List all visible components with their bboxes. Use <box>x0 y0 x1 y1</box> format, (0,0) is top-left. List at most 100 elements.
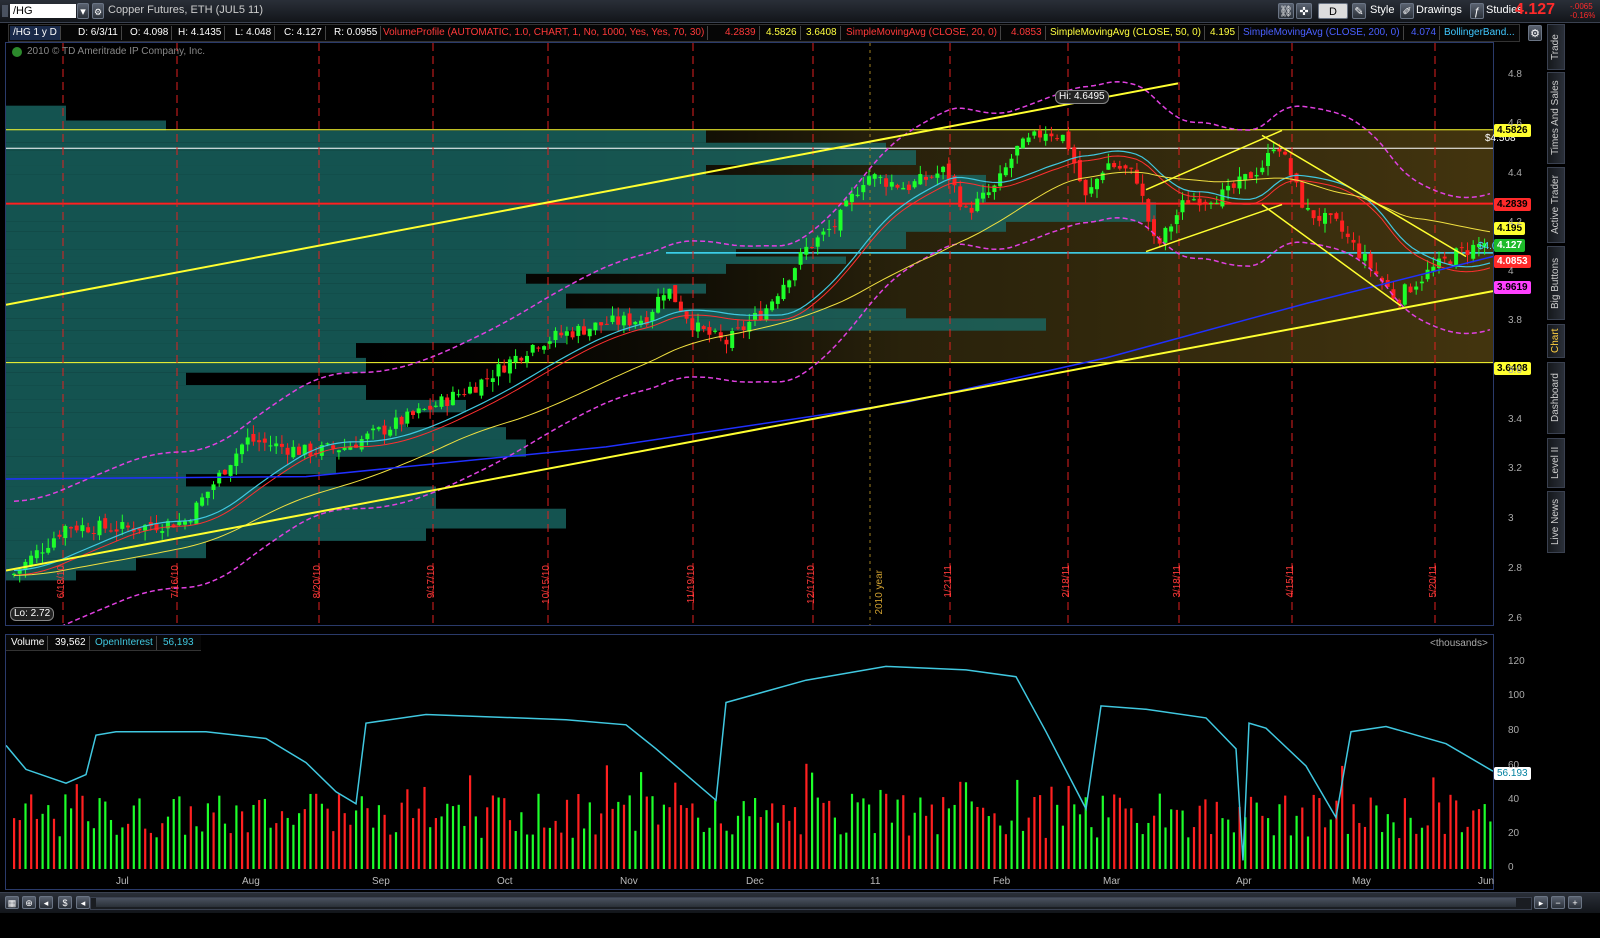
scrollbar-thumb[interactable] <box>96 898 1516 907</box>
volume-bar <box>52 818 56 869</box>
symbol-input[interactable]: /HG <box>10 4 76 18</box>
candle-body <box>621 315 626 326</box>
oi-label[interactable]: OpenInterest <box>92 636 157 650</box>
volume-bar <box>172 799 175 869</box>
volume-bar <box>776 822 779 869</box>
candle-body <box>667 288 672 299</box>
candle-body <box>1117 165 1122 169</box>
volume-profile-bar <box>6 330 566 344</box>
link-icon[interactable]: ⛓ <box>1278 3 1294 19</box>
date-marker-label: 6/18/10 <box>56 565 67 599</box>
volume-profile-bar <box>6 249 736 257</box>
candle-body <box>1123 165 1128 169</box>
candle-body <box>228 465 233 476</box>
candle-body <box>707 327 712 335</box>
volume-bar <box>1061 825 1064 869</box>
zoom-out-icon[interactable]: − <box>1551 896 1565 909</box>
candle-body <box>1106 163 1111 170</box>
volume-bar <box>1306 836 1310 869</box>
volume-bar <box>868 804 871 869</box>
volume-bar <box>486 807 489 869</box>
chart-settings-icon[interactable]: ⚙ <box>1528 25 1542 41</box>
style-button[interactable]: Style <box>1370 4 1394 16</box>
volume-bar <box>879 789 882 869</box>
volume-bar <box>394 832 398 869</box>
volume-bar <box>1198 805 1201 869</box>
side-tab-dashboard[interactable]: Dashboard <box>1547 362 1565 434</box>
grid-icon[interactable]: ▦ <box>5 896 19 909</box>
volume-bar <box>816 797 819 869</box>
volume-bar <box>457 804 460 869</box>
zoom-icon[interactable]: ⊕ <box>22 896 36 909</box>
volume-bar <box>993 813 996 869</box>
dollar-icon[interactable]: $ <box>58 896 72 909</box>
volume-label[interactable]: Volume <box>8 636 49 650</box>
volume-bar <box>708 827 711 869</box>
drawings-button[interactable]: Drawings <box>1416 4 1462 16</box>
candle-body <box>770 301 775 311</box>
study-volume-profile[interactable]: VolumeProfile (AUTOMATIC, 1.0, CHART, 1,… <box>380 26 709 40</box>
candle-body <box>1465 250 1470 256</box>
aggregation-button[interactable]: D <box>1318 3 1348 19</box>
volume-bar <box>263 798 266 869</box>
volume-bar <box>1204 799 1207 869</box>
volume-bar <box>315 793 318 869</box>
volume-bar <box>942 797 945 869</box>
candle-body <box>51 538 56 548</box>
study-sma20[interactable]: SimpleMovingAvg (CLOSE, 20, 0) <box>843 26 1001 40</box>
study-sma50[interactable]: SimpleMovingAvg (CLOSE, 50, 0) <box>1047 26 1205 40</box>
volume-bar <box>1324 827 1327 869</box>
study-sma200[interactable]: SimpleMovingAvg (CLOSE, 200, 0) <box>1240 26 1404 40</box>
side-tab-times-and-sales[interactable]: Times And Sales <box>1547 72 1565 164</box>
side-tab-active-trader[interactable]: Active Trader <box>1547 167 1565 243</box>
volume-profile-bar <box>6 120 166 131</box>
volume-bar <box>731 834 734 869</box>
candle-body <box>308 443 313 457</box>
crosshair-icon[interactable]: ✜ <box>1296 3 1312 19</box>
volume-bar <box>309 793 312 869</box>
volume-axis-tick: 40 <box>1508 794 1520 805</box>
volume-profile-bar <box>6 357 366 373</box>
volume-bar <box>1101 795 1104 869</box>
volume-bar <box>685 807 688 869</box>
volume-bar <box>218 795 221 869</box>
volume-profile-bar <box>6 293 566 309</box>
chart-period[interactable]: /HG 1 y D <box>10 26 61 40</box>
candle-body <box>787 280 792 288</box>
volume-bar <box>155 837 158 869</box>
studies-icon[interactable]: ƒ <box>1470 3 1484 19</box>
pan-icon[interactable]: ◂ <box>39 896 53 909</box>
candle-body <box>1271 149 1276 152</box>
style-icon[interactable]: ✎ <box>1352 3 1366 19</box>
candle-body <box>1038 130 1042 138</box>
candle-body <box>1129 167 1134 169</box>
volume-pane[interactable] <box>5 634 1494 890</box>
candle-body <box>969 207 974 213</box>
side-tab-trade[interactable]: Trade <box>1547 24 1565 70</box>
volume-bar <box>144 828 147 869</box>
symbol-dropdown-icon[interactable]: ▾ <box>77 3 89 19</box>
price-axis-tick: 4.8 <box>1508 69 1522 80</box>
candle-body <box>587 328 592 337</box>
side-tab-live-news[interactable]: Live News <box>1547 491 1565 553</box>
candle-body <box>884 178 889 187</box>
side-tab-big-buttons[interactable]: Big Buttons <box>1547 246 1565 320</box>
date-marker-label: 1/21/11 <box>943 565 954 598</box>
lookup-icon[interactable]: ⚙ <box>92 3 104 19</box>
candle-body <box>1334 213 1339 219</box>
scroll-left-icon[interactable]: ◂ <box>76 896 90 909</box>
side-tab-chart[interactable]: Chart <box>1547 324 1565 358</box>
study-bollinger[interactable]: BollingerBand... <box>1441 26 1518 40</box>
zoom-in-icon[interactable]: + <box>1568 896 1582 909</box>
candle-body <box>1448 261 1453 265</box>
volume-bar <box>925 815 928 869</box>
scroll-right-icon[interactable]: ▸ <box>1534 896 1548 909</box>
side-tab-level-ii[interactable]: Level II <box>1547 438 1565 488</box>
drawings-icon[interactable]: ✐ <box>1400 3 1414 19</box>
price-chart-pane[interactable] <box>5 42 1494 626</box>
candle-body <box>1089 187 1094 194</box>
candle-body <box>1231 183 1236 188</box>
volume-bar <box>1472 810 1475 869</box>
candle-body <box>872 174 877 179</box>
volume-bar <box>976 806 979 869</box>
